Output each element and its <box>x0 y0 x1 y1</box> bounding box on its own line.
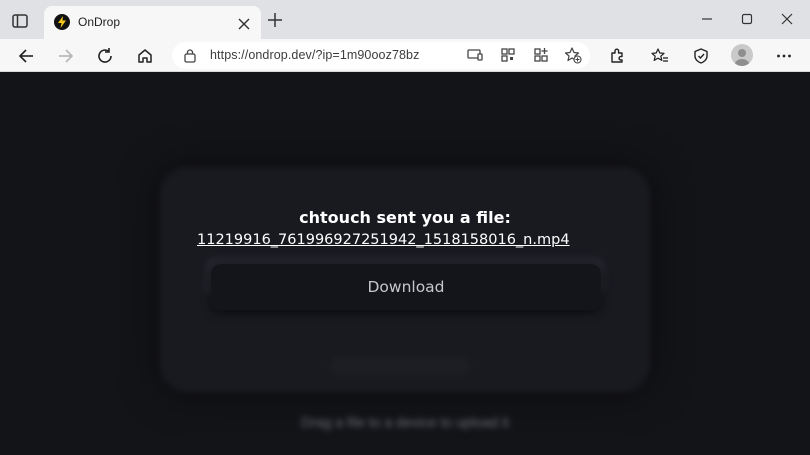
lock-icon[interactable] <box>183 48 197 63</box>
refresh-icon[interactable] <box>94 45 116 67</box>
favorites-icon[interactable] <box>649 45 671 67</box>
tab-title: OnDrop <box>78 15 121 29</box>
background-pill <box>330 357 470 375</box>
browser-toolbar: https://ondrop.dev/?ip=1m90ooz78bz <box>0 39 810 72</box>
home-icon[interactable] <box>134 45 156 67</box>
browser-essentials-icon[interactable] <box>690 45 712 67</box>
tab-strip: OnDrop <box>0 0 810 39</box>
close-tab-icon[interactable] <box>237 16 251 30</box>
file-name-link[interactable]: 11219916_761996927251942_1518158016_n.mp… <box>197 232 570 248</box>
lightning-bolt-icon <box>54 14 70 30</box>
forward-arrow-icon[interactable] <box>55 45 77 67</box>
address-bar[interactable]: https://ondrop.dev/?ip=1m90ooz78bz <box>172 42 590 69</box>
close-window-icon[interactable] <box>777 9 797 29</box>
back-arrow-icon[interactable] <box>15 45 37 67</box>
sender-message: chtouch sent you a file: <box>299 208 511 227</box>
file-received-dialog: chtouch sent you a file: 11219916_761996… <box>195 192 615 322</box>
background-hint: Drag a file to a device to upload it <box>301 414 509 430</box>
cast-icon[interactable] <box>466 46 484 64</box>
profile-avatar[interactable] <box>731 44 753 66</box>
download-button[interactable]: Download <box>211 264 601 310</box>
add-favorite-icon[interactable] <box>564 46 582 64</box>
maximize-icon[interactable] <box>737 9 757 29</box>
tab-actions-icon[interactable] <box>10 11 30 31</box>
browser-tab[interactable]: OnDrop <box>44 6 261 39</box>
page-content: Drag a file to a device to upload it cht… <box>0 72 810 455</box>
more-options-icon[interactable] <box>773 45 795 67</box>
url-text[interactable]: https://ondrop.dev/?ip=1m90ooz78bz <box>210 48 419 62</box>
minimize-icon[interactable] <box>697 9 717 29</box>
qr-code-icon[interactable] <box>499 46 517 64</box>
extensions-icon[interactable] <box>606 45 628 67</box>
new-tab-icon[interactable] <box>267 12 283 28</box>
app-available-icon[interactable] <box>532 46 550 64</box>
